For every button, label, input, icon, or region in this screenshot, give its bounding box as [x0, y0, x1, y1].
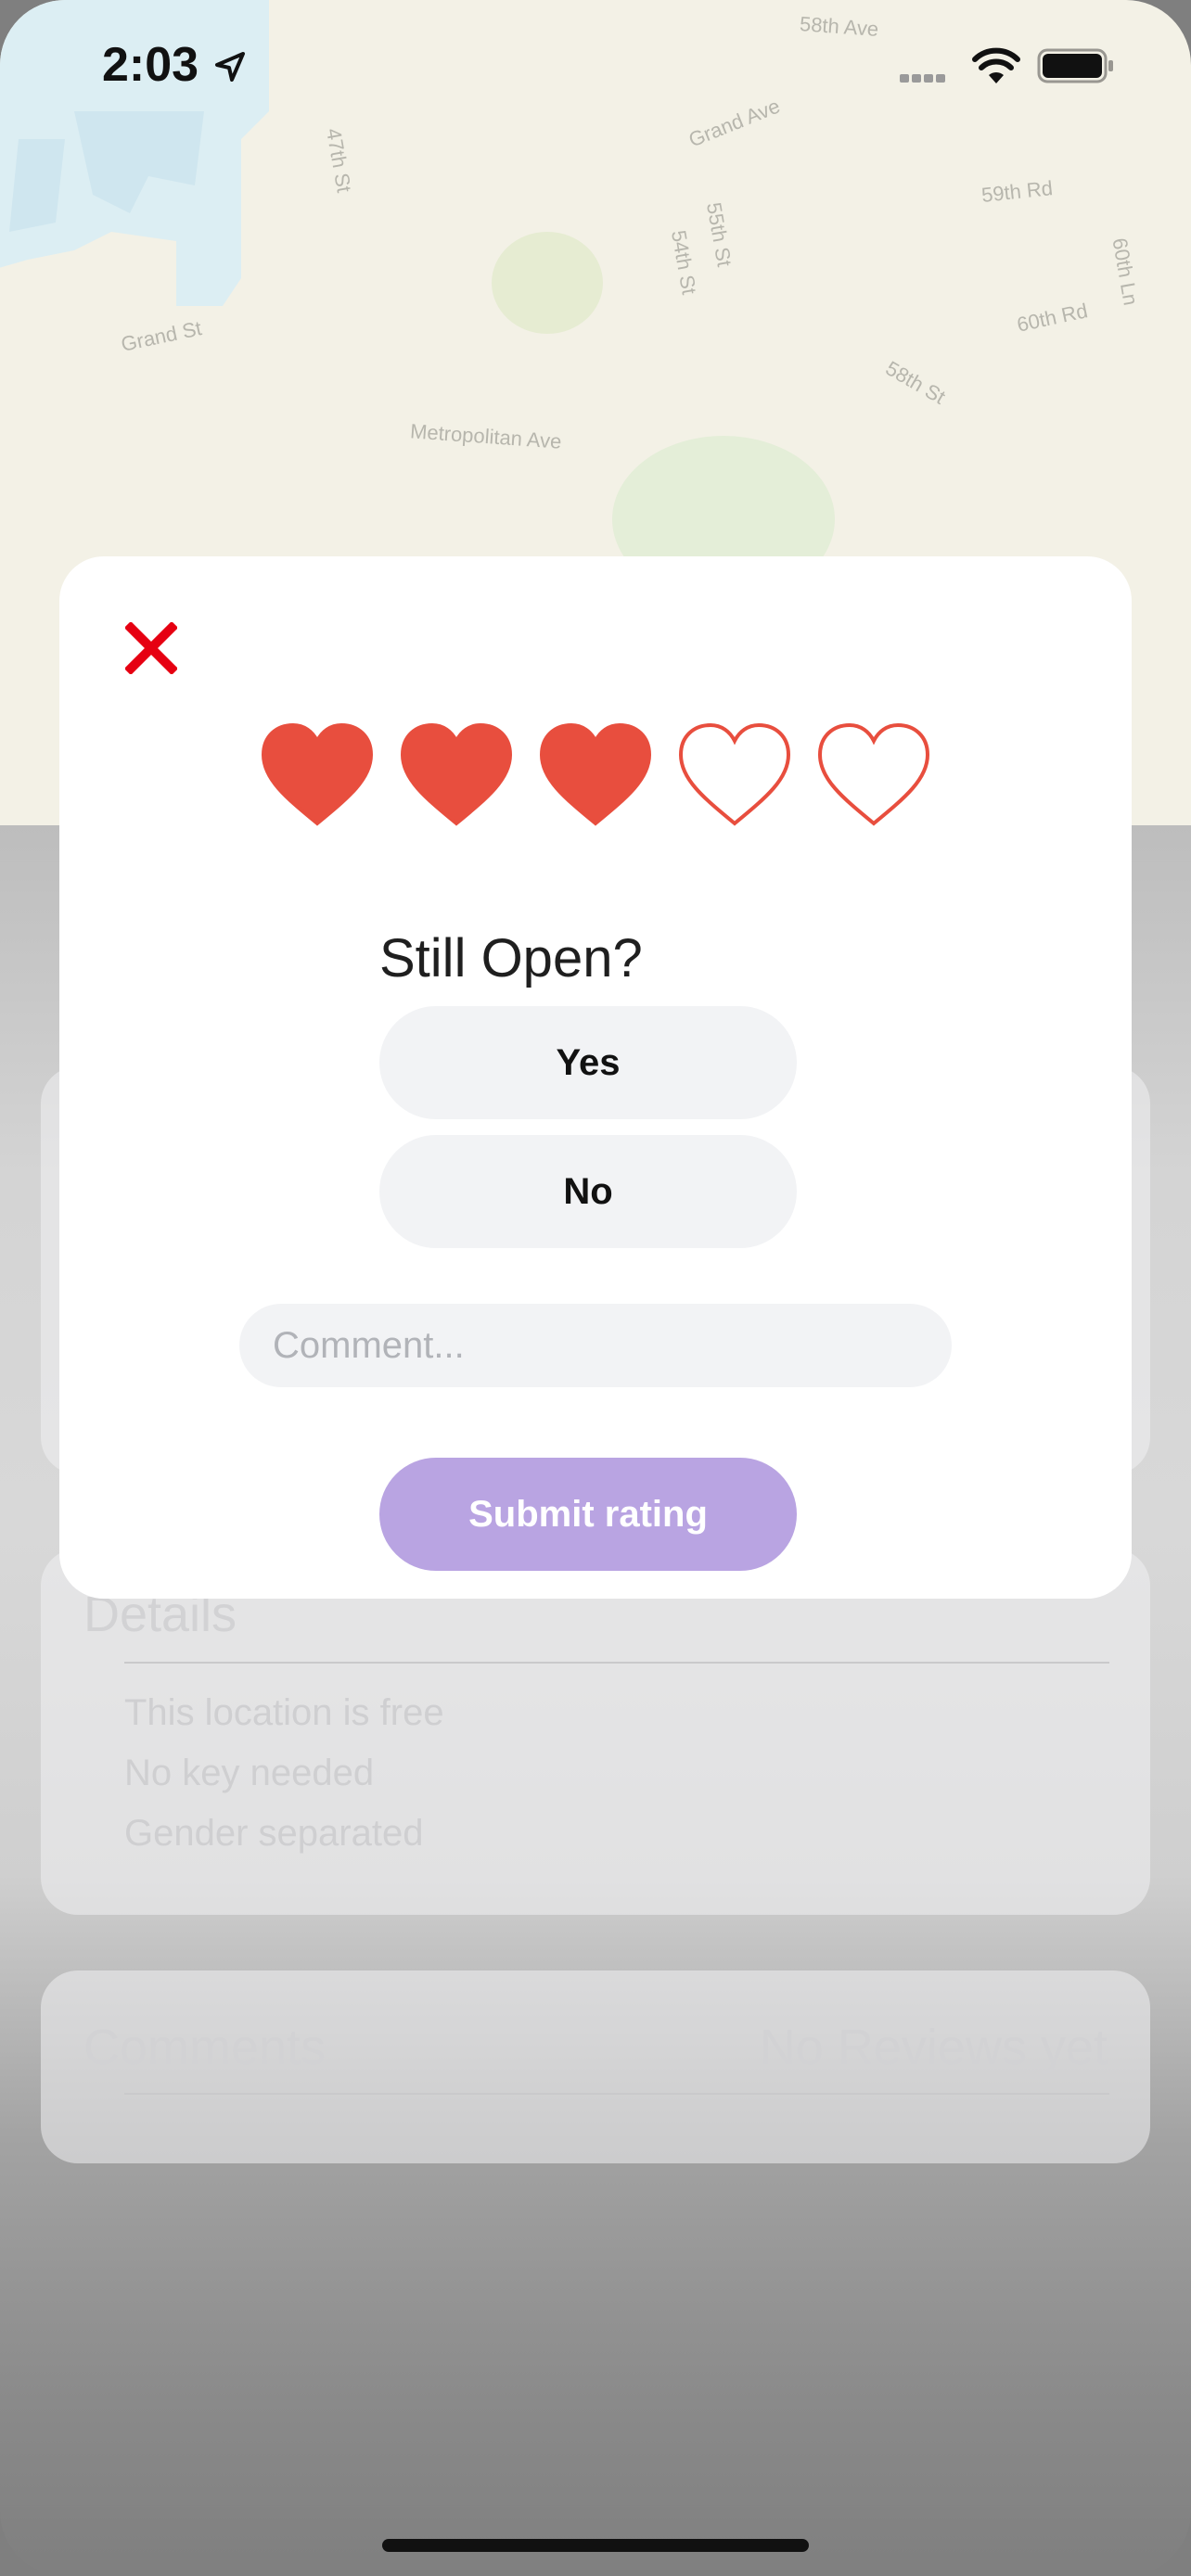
comments-card: Comments No Reviews yet [41, 1970, 1150, 2163]
rating-modal: Still Open? Yes No Submit rating [59, 556, 1132, 1599]
close-icon [125, 622, 177, 674]
details-line: Gender separated [124, 1813, 424, 1854]
location-arrow-icon [215, 52, 245, 82]
heart-rating-4-icon[interactable] [675, 720, 794, 831]
map-street-label: 54th St [666, 228, 701, 297]
close-button[interactable] [117, 614, 186, 682]
details-line: This location is free [124, 1692, 444, 1733]
comments-status: No Reviews yet [759, 2020, 1108, 2075]
map-street-label: 60th Rd [1015, 299, 1090, 337]
map-street-label: 60th Ln [1108, 236, 1143, 308]
divider [124, 2093, 1109, 2095]
status-bar: 2:03 [0, 0, 1191, 130]
comments-title: Comments [83, 2020, 327, 2075]
yes-button[interactable]: Yes [379, 1006, 797, 1119]
still-open-question: Still Open? [379, 928, 643, 988]
heart-rating-5-icon[interactable] [814, 720, 933, 831]
details-line: No key needed [124, 1753, 375, 1793]
map-street-label: 59th Rd [980, 176, 1055, 207]
heart-rating-1-icon[interactable] [258, 720, 377, 831]
map-street-label: Metropolitan Ave [409, 419, 563, 453]
comment-input[interactable] [239, 1304, 952, 1387]
battery-icon [1037, 48, 1113, 83]
screen: 58th Ave 47th St Grand Ave 59th Rd 55th … [0, 0, 1191, 2576]
details-card: Details This location is free No key nee… [41, 1549, 1150, 1915]
heart-rating [258, 720, 933, 831]
map-park [492, 232, 603, 334]
map-street-label: 58th St [881, 356, 950, 409]
heart-rating-3-icon[interactable] [536, 720, 655, 831]
map-street-label: 55th St [701, 200, 736, 269]
submit-rating-button[interactable]: Submit rating [379, 1458, 797, 1571]
cellular-signal-icon [900, 70, 948, 87]
home-indicator[interactable] [382, 2539, 809, 2552]
status-time: 2:03 [102, 38, 199, 92]
wifi-icon [972, 47, 1020, 83]
heart-rating-2-icon[interactable] [397, 720, 516, 831]
divider [124, 1662, 1109, 1664]
no-button[interactable]: No [379, 1135, 797, 1248]
